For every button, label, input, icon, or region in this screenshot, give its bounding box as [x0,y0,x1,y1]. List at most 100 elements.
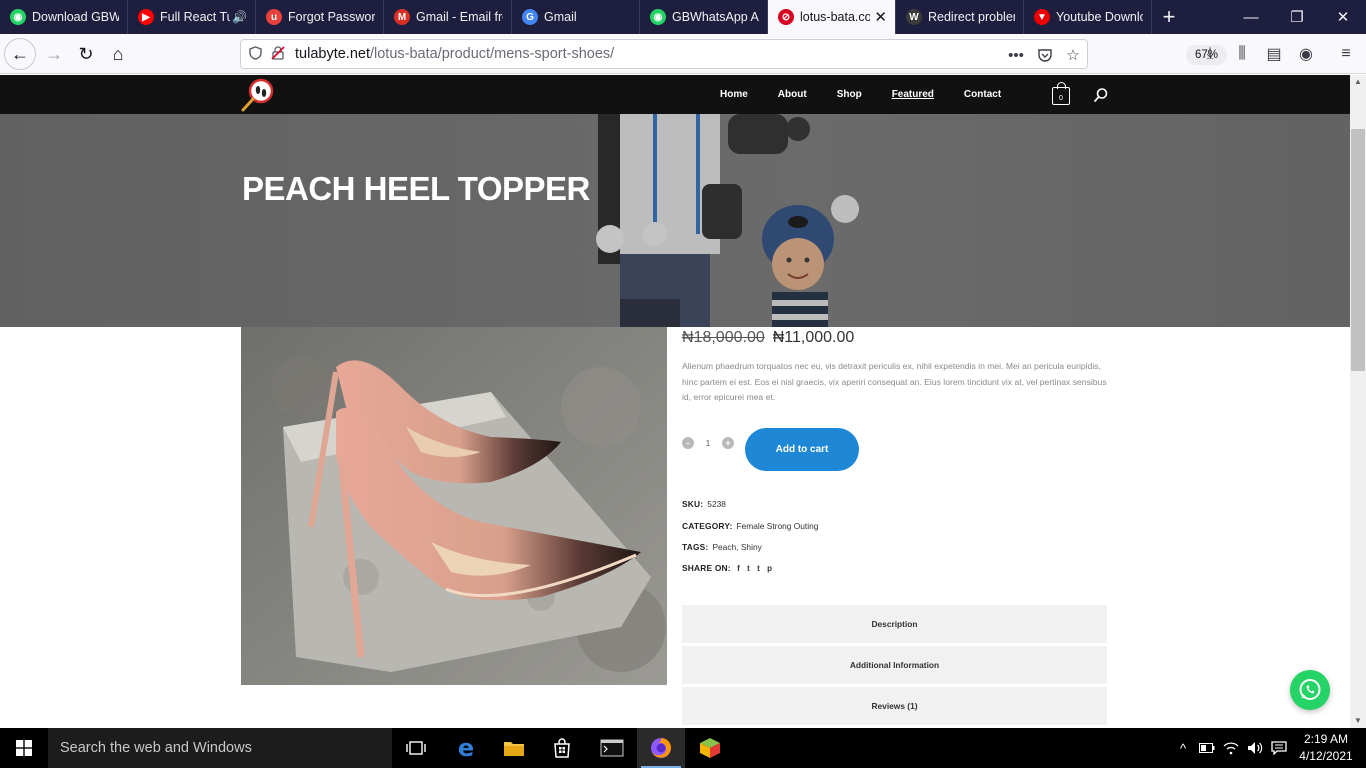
bookmark-star-icon[interactable]: ☆ [1062,44,1084,66]
tab-favicon-icon: u [266,9,282,25]
scroll-up-icon[interactable]: ▲ [1354,77,1362,86]
nav-link-about[interactable]: About [778,89,807,100]
tab-favicon-icon: ◉ [650,9,666,25]
tab-title: lotus-bata.com [800,10,870,24]
tab-title: Full React Tutorial [160,10,230,24]
browser-navigation-bar: ← → ↻ ⌂ tulabyte.net/lotus-bata/product/… [0,34,1366,74]
wifi-icon[interactable] [1220,728,1242,768]
tab-audio-icon[interactable]: 🔊 [232,10,247,24]
quantity-input[interactable]: 1 [694,439,722,448]
twitter-share-icon[interactable]: t [747,564,750,573]
firefox-taskbar-icon[interactable] [637,728,685,768]
tab-favicon-icon: ▼ [1034,9,1050,25]
site-logo[interactable] [240,77,276,113]
pinterest-share-icon[interactable]: p [767,564,772,573]
tab-title: GBWhatsApp APK [672,10,759,24]
facebook-share-icon[interactable]: f [737,564,740,573]
search-icon[interactable] [1093,87,1109,103]
store-icon[interactable] [538,728,586,768]
action-center-icon[interactable] [1268,728,1290,768]
nav-link-featured[interactable]: Featured [892,89,934,100]
quantity-stepper: - 1 + [682,435,734,451]
tab-favicon-icon: ⊘ [778,9,794,25]
restore-window-button[interactable]: ❐ [1274,0,1320,34]
url-path: /lotus-bata/product/mens-sport-shoes/ [369,46,615,62]
browser-tab[interactable]: G Gmail [512,0,640,34]
browser-tab[interactable]: ▶ Full React Tutorial🔊 [128,0,256,34]
insecure-connection-icon[interactable] [271,45,289,63]
volume-icon[interactable] [1244,728,1266,768]
clock-date: 4/12/2021 [1299,749,1353,763]
windows-logo-icon [16,740,32,756]
start-button[interactable] [0,728,48,768]
tab-additional-information[interactable]: Additional Information [682,646,1107,684]
browser-tab[interactable]: ◉ GBWhatsApp APK [640,0,768,34]
quantity-increase-button[interactable]: + [722,437,734,449]
add-to-cart-button[interactable]: Add to cart [745,428,859,471]
tab-favicon-icon: ▶ [138,9,154,25]
close-tab-icon[interactable]: ✕ [874,8,887,26]
page-title-banner: PEACH HEEL TOPPER [0,114,1350,327]
app-menu-icon[interactable]: ≡ [1334,42,1358,66]
tags-label: TAGS: [682,542,709,552]
browser-tab[interactable]: ⊘ lotus-bata.com ✕ [768,0,896,34]
edge-browser-icon[interactable]: e [442,728,490,768]
share-label: SHARE ON: [682,563,731,573]
task-view-icon[interactable] [392,728,440,768]
nav-link-shop[interactable]: Shop [837,89,862,100]
terminal-icon[interactable] [588,728,636,768]
tag-links[interactable]: Peach, Shiny [712,542,761,552]
file-explorer-icon[interactable] [490,728,538,768]
page-actions-icon[interactable]: ••• [1005,44,1027,66]
address-bar[interactable]: tulabyte.net/lotus-bata/product/mens-spo… [240,39,1228,69]
tab-favicon-icon: ◉ [10,9,26,25]
category-link[interactable]: Female Strong Outing [737,521,819,531]
tab-reviews[interactable]: Reviews (1) [682,687,1107,725]
downloads-icon[interactable]: ⤓ [1198,42,1222,66]
product-image[interactable] [241,327,667,685]
category-row: CATEGORY: Female Strong Outing [682,521,818,531]
browser-tab[interactable]: M Gmail - Email from [384,0,512,34]
home-button[interactable]: ⌂ [102,38,134,70]
scroll-down-icon[interactable]: ▼ [1354,716,1362,725]
whatsapp-chat-icon[interactable] [1290,670,1330,710]
nav-link-contact[interactable]: Contact [964,89,1001,100]
tray-overflow-icon[interactable]: ^ [1174,728,1192,768]
browser-tab[interactable]: ▼ Youtube Downloader [1024,0,1152,34]
close-window-button[interactable]: ✕ [1320,0,1366,34]
library-icon[interactable]: ⫼ [1230,42,1254,66]
scrollbar-thumb[interactable] [1351,129,1365,371]
battery-icon[interactable] [1196,728,1218,768]
forward-button[interactable]: → [38,38,70,70]
page-scrollbar[interactable]: ▲ ▼ [1350,75,1366,728]
browser-tab[interactable]: u Forgot Password [256,0,384,34]
browser-tab[interactable]: W Redirect problem [896,0,1024,34]
quantity-decrease-button[interactable]: - [682,437,694,449]
reload-button[interactable]: ↻ [70,38,102,70]
browser-tab[interactable]: ◉ Download GBWhatsApp [0,0,128,34]
tab-description[interactable]: Description [682,605,1107,643]
old-price: ₦18,000.00 [682,329,765,346]
sku-row: SKU: 5238 [682,499,726,509]
cart-icon[interactable]: 0 [1052,82,1070,105]
tumblr-share-icon[interactable]: t [757,564,760,573]
tab-favicon-icon: G [522,9,538,25]
tracking-shield-icon[interactable] [249,45,267,63]
windows-taskbar: Search the web and Windows e ^ 2:19 AM 4… [0,728,1366,768]
back-button[interactable]: ← [4,38,36,70]
sku-label: SKU: [682,499,704,509]
pocket-icon[interactable] [1034,44,1056,66]
clock-time: 2:19 AM [1303,732,1349,746]
sku-value: 5238 [707,499,726,509]
tab-favicon-icon: W [906,9,922,25]
system-clock[interactable]: 2:19 AM 4/12/2021 [1296,731,1356,765]
cart-count: 0 [1059,95,1063,102]
nav-link-home[interactable]: Home [720,89,748,100]
new-tab-button[interactable]: + [1152,0,1186,34]
tab-title: Youtube Downloader [1056,10,1143,24]
bluestacks-icon[interactable] [686,728,734,768]
sidebar-icon[interactable]: ▤ [1262,42,1286,66]
account-icon[interactable]: ◉ [1294,42,1318,66]
minimize-window-button[interactable]: — [1228,0,1274,34]
taskbar-search-box[interactable]: Search the web and Windows [48,728,392,768]
